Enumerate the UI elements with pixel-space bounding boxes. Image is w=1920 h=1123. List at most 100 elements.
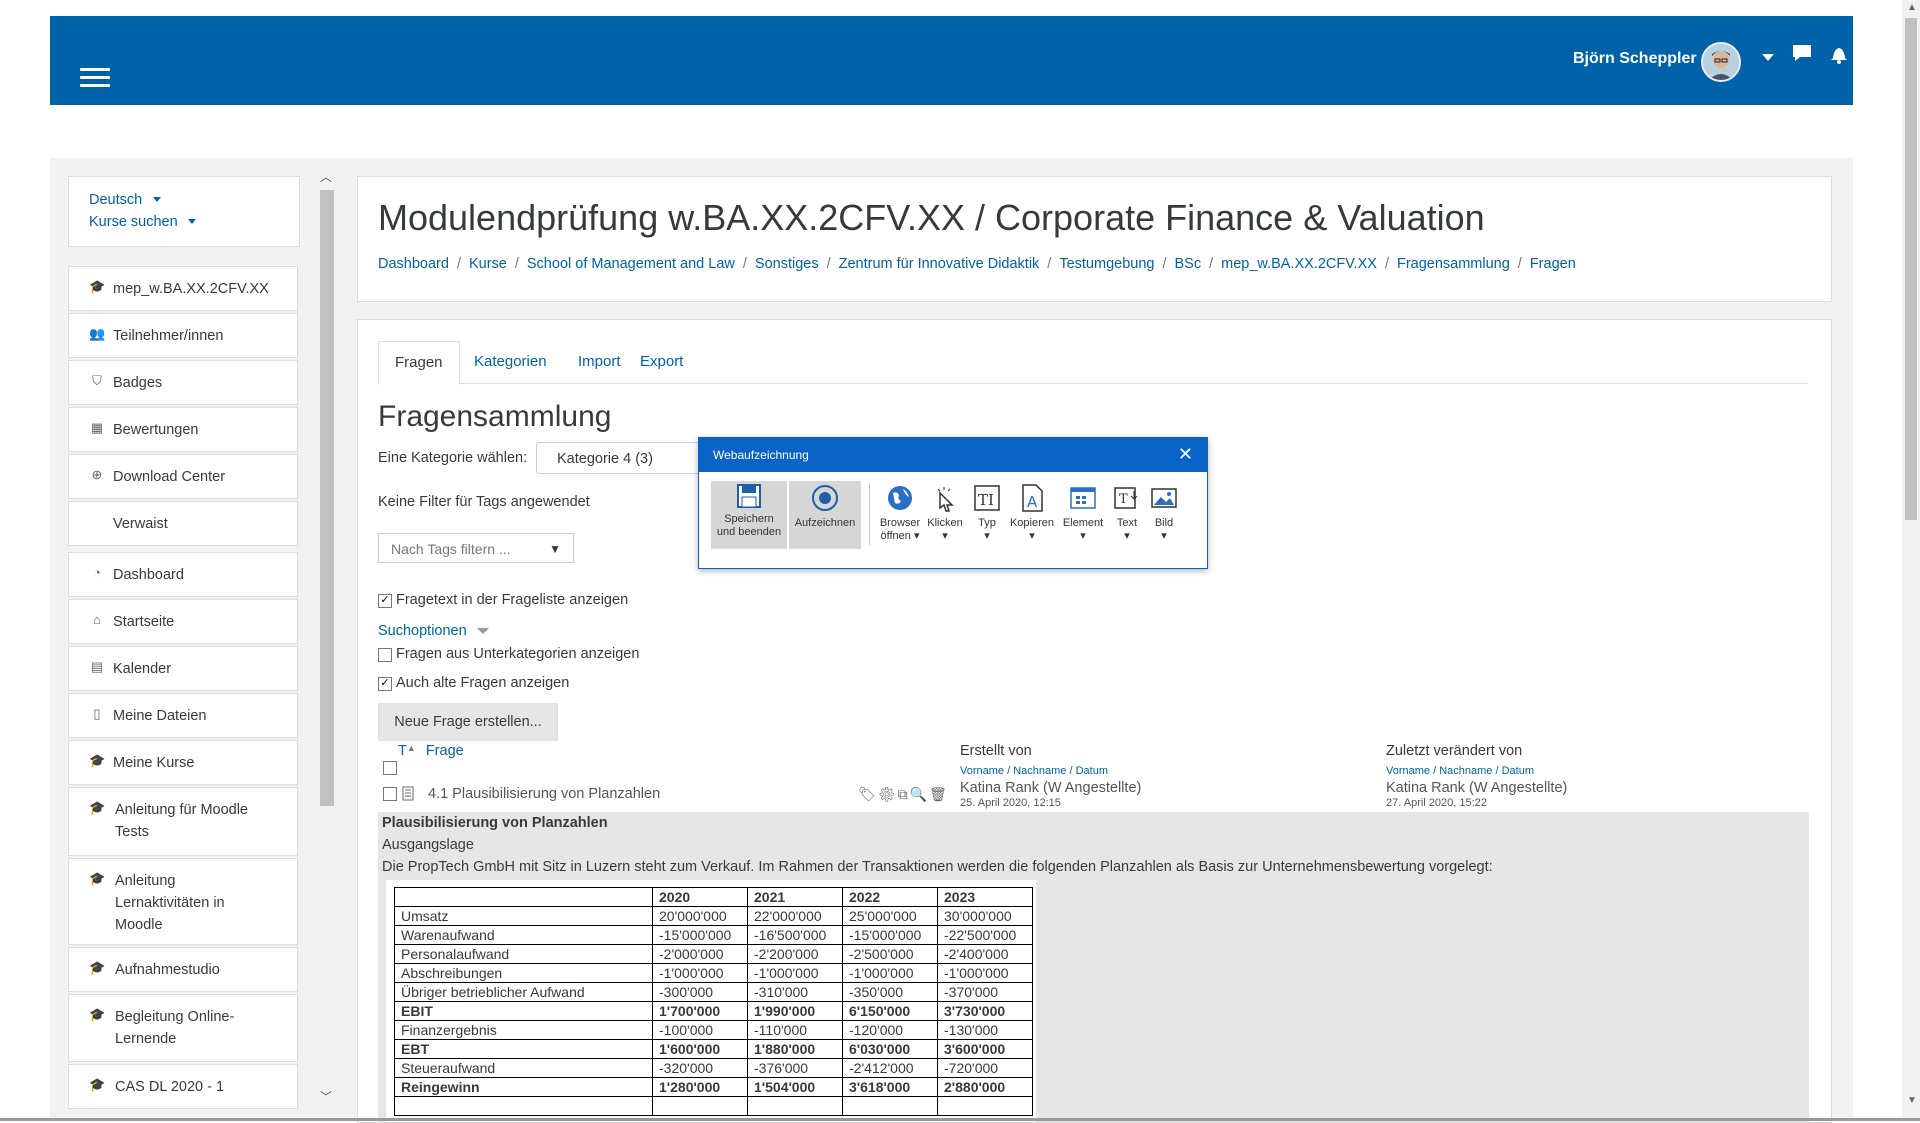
sort-date-link[interactable]: Datum (1076, 765, 1108, 777)
sort-firstname-link[interactable]: Vorname (1386, 765, 1430, 777)
category-select[interactable]: Kategorie 4 (3) (536, 442, 716, 474)
scroll-up-icon[interactable]: ▲ (1907, 2, 1917, 13)
preview-title: Plausibilisierung von Planzahlen (382, 815, 608, 831)
scroll-thumb[interactable] (320, 190, 334, 806)
caret-down-icon: ▾ (913, 530, 920, 542)
subcategories-checkbox[interactable] (378, 648, 392, 662)
sidebar-scrollbar[interactable]: ︿ ﹀ (318, 158, 334, 1121)
search-options-label[interactable]: Suchoptionen (378, 623, 467, 639)
image-button[interactable]: Bild ▾ (1145, 481, 1183, 549)
record-button[interactable]: Aufzeichnen (789, 481, 861, 549)
tab-kategorien[interactable]: Kategorien (458, 341, 563, 383)
sidebar-item-label: CAS DL 2020 - 1 (115, 1079, 225, 1095)
course-search-label[interactable]: Kurse suchen (89, 214, 178, 230)
sidebar-item[interactable]: 🎓 Meine Kurse (68, 740, 298, 785)
tag-icon[interactable]: 🏷 (858, 786, 878, 802)
breadcrumb-link[interactable]: School of Management and Law (527, 256, 735, 272)
duplicate-icon[interactable]: ⧉ (898, 786, 910, 802)
tab-fragen[interactable]: Fragen (378, 341, 460, 385)
sort-date-link[interactable]: Datum (1502, 765, 1534, 777)
user-name[interactable]: Björn Scheppler (1573, 50, 1697, 68)
close-icon[interactable]: ✕ (1178, 444, 1193, 465)
gear-icon[interactable]: ⚙ (878, 786, 898, 802)
breadcrumb-link[interactable]: mep_w.BA.XX.2CFV.XX (1221, 256, 1377, 272)
scroll-down-icon[interactable]: ﹀ (320, 1088, 332, 1105)
dropdown-arrow-icon[interactable]: ▼ (549, 534, 561, 564)
chat-icon[interactable] (1791, 42, 1813, 69)
new-question-button[interactable]: Neue Frage erstellen... (378, 703, 558, 741)
value-cell: -2'000'000 (652, 944, 748, 964)
sidebar-item[interactable]: 👥 Teilnehmer/innen (68, 313, 298, 358)
select-all-checkbox[interactable] (383, 761, 397, 775)
sidebar-item[interactable]: ⛉ Badges (68, 360, 298, 405)
scroll-down-icon[interactable]: ▼ (1907, 1095, 1917, 1106)
tag-filter-input[interactable]: Nach Tags filtern ... ▼ (378, 533, 574, 563)
breadcrumb-link[interactable]: Kurse (469, 256, 507, 272)
old-questions-checkbox[interactable]: ✓ (378, 677, 392, 691)
breadcrumb-link[interactable]: BSc (1174, 256, 1201, 272)
table-row: Übriger betrieblicher Aufwand -300'000 -31… (394, 982, 1033, 1002)
type-column-header[interactable]: T▲ Frage (398, 743, 464, 759)
open-browser-button[interactable]: Browser öffnen ▾ (877, 481, 923, 549)
sidebar-item[interactable]: ◔ Dashboard (68, 552, 298, 597)
sidebar-item[interactable]: 🎓 mep_w.BA.XX.2CFV.XX (68, 266, 298, 311)
breadcrumb-link[interactable]: Testumgebung (1059, 256, 1154, 272)
menu-icon[interactable] (80, 68, 110, 92)
user-menu-caret-icon[interactable] (1762, 54, 1774, 61)
scroll-up-icon[interactable]: ︿ (320, 168, 332, 185)
question-sort-link[interactable]: Frage (426, 743, 464, 759)
type-sort-link[interactable]: T (398, 743, 407, 759)
sidebar-item[interactable]: 🎓 Anleitung für Moodle Tests (68, 787, 298, 856)
table-row: Umsatz 20'000'000 22'000'000 25'000'000 30'0… (394, 906, 1033, 926)
breadcrumb-link[interactable]: Fragen (1530, 256, 1576, 272)
sidebar-item[interactable]: Verwaist (68, 501, 298, 546)
breadcrumb-link[interactable]: Fragensammlung (1397, 256, 1510, 272)
question-checkbox[interactable] (383, 787, 397, 801)
type-button[interactable]: TI Typ ▾ (967, 481, 1007, 549)
sidebar-item[interactable]: ▤ Kalender (68, 646, 298, 691)
category-value: Kategorie 4 (3) (557, 451, 653, 467)
course-search-menu[interactable]: Kurse suchen (89, 213, 197, 231)
trash-icon[interactable]: 🗑 (929, 786, 949, 802)
breadcrumb-link[interactable]: Sonstiges (755, 256, 819, 272)
tab-export[interactable]: Export (624, 341, 699, 383)
sidebar-item[interactable]: 🎓 CAS DL 2020 - 1 (68, 1064, 298, 1109)
sidebar-item[interactable]: 🎓 Anleitung Lernaktivitäten in Moodle (68, 858, 298, 945)
sort-lastname-link[interactable]: Nachname (1013, 765, 1066, 777)
sort-separator: / (1430, 765, 1440, 777)
bell-icon[interactable] (1828, 43, 1850, 70)
click-button[interactable]: Klicken ▾ (923, 481, 967, 549)
sidebar-item[interactable]: 🎓 Aufnahmestudio (68, 947, 298, 992)
copy-button[interactable]: A Kopieren ▾ (1007, 481, 1057, 549)
save-and-exit-button[interactable]: Speichern und beenden (711, 481, 787, 549)
page-scroll-thumb[interactable] (1905, 18, 1917, 520)
sidebar-item[interactable]: ▯ Meine Dateien (68, 693, 298, 738)
sidebar-item[interactable]: 🎓 Begleitung Online-Lernende (68, 994, 298, 1062)
sidebar-item[interactable]: ▦ Bewertungen (68, 407, 298, 452)
language-label[interactable]: Deutsch (89, 192, 142, 208)
show-text-checkbox[interactable]: ✓ (378, 594, 392, 608)
caret-down-icon: ▾ (942, 530, 948, 542)
text-button[interactable]: T Text ▾ (1109, 481, 1145, 549)
language-menu[interactable]: Deutsch (89, 191, 161, 209)
show-text-label: Fragetext in der Frageliste anzeigen (396, 592, 629, 608)
sort-firstname-link[interactable]: Vorname (960, 765, 1004, 777)
modified-sort-links: Vorname / Nachname / Datum (1386, 765, 1534, 777)
financial-table: 2020 2021 2022 2023 Umsatz 20'000'000 22'000'0… (394, 887, 1033, 1116)
sidebar-item[interactable]: ⌂ Startseite (68, 599, 298, 644)
page-scrollbar[interactable]: ▲ ▼ (1902, 0, 1920, 1121)
svg-text:TI: TI (978, 491, 994, 509)
breadcrumb-link[interactable]: Dashboard (378, 256, 449, 272)
record-icon (812, 485, 838, 511)
value-cell: -320'000 (652, 1058, 748, 1078)
value-cell: 1'280'000 (652, 1077, 748, 1097)
sidebar-item[interactable]: ⊕ Download Center (68, 454, 298, 499)
avatar[interactable] (1701, 42, 1741, 82)
web-recording-dialog: Webaufzeichnung ✕ Speichern und beenden … (698, 437, 1208, 569)
created-column-header: Erstellt von (960, 743, 1032, 759)
element-button[interactable]: Element ▾ (1059, 481, 1107, 549)
breadcrumb-link[interactable]: Zentrum für Innovative Didaktik (839, 256, 1040, 272)
sort-lastname-link[interactable]: Nachname (1439, 765, 1492, 777)
preview-icon[interactable]: 🔍 (910, 786, 929, 802)
search-options-toggle[interactable]: Suchoptionen (378, 623, 489, 639)
